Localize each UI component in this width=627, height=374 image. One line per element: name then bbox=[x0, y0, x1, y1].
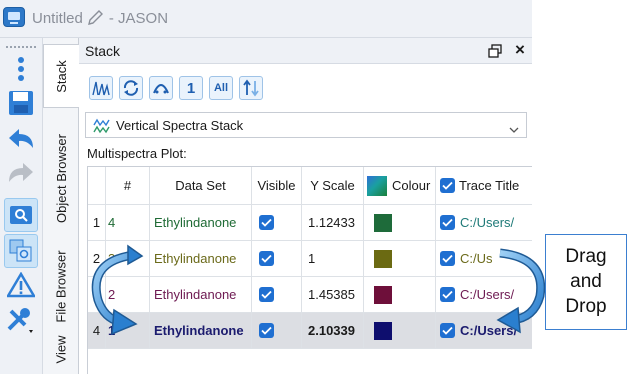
callout-line-2: and bbox=[570, 271, 602, 292]
callout-line-1: Drag bbox=[565, 246, 607, 267]
left-drag-arrow-icon bbox=[91, 244, 144, 336]
app-window: Untitled - JASON Stack Object Browser Fi… bbox=[0, 0, 627, 374]
drag-and-drop-callout: Drag and Drop bbox=[545, 234, 627, 330]
callout-line-3: Drop bbox=[565, 296, 607, 317]
drag-arrows-overlay bbox=[91, 244, 546, 336]
right-drag-arrow-icon bbox=[496, 248, 546, 334]
